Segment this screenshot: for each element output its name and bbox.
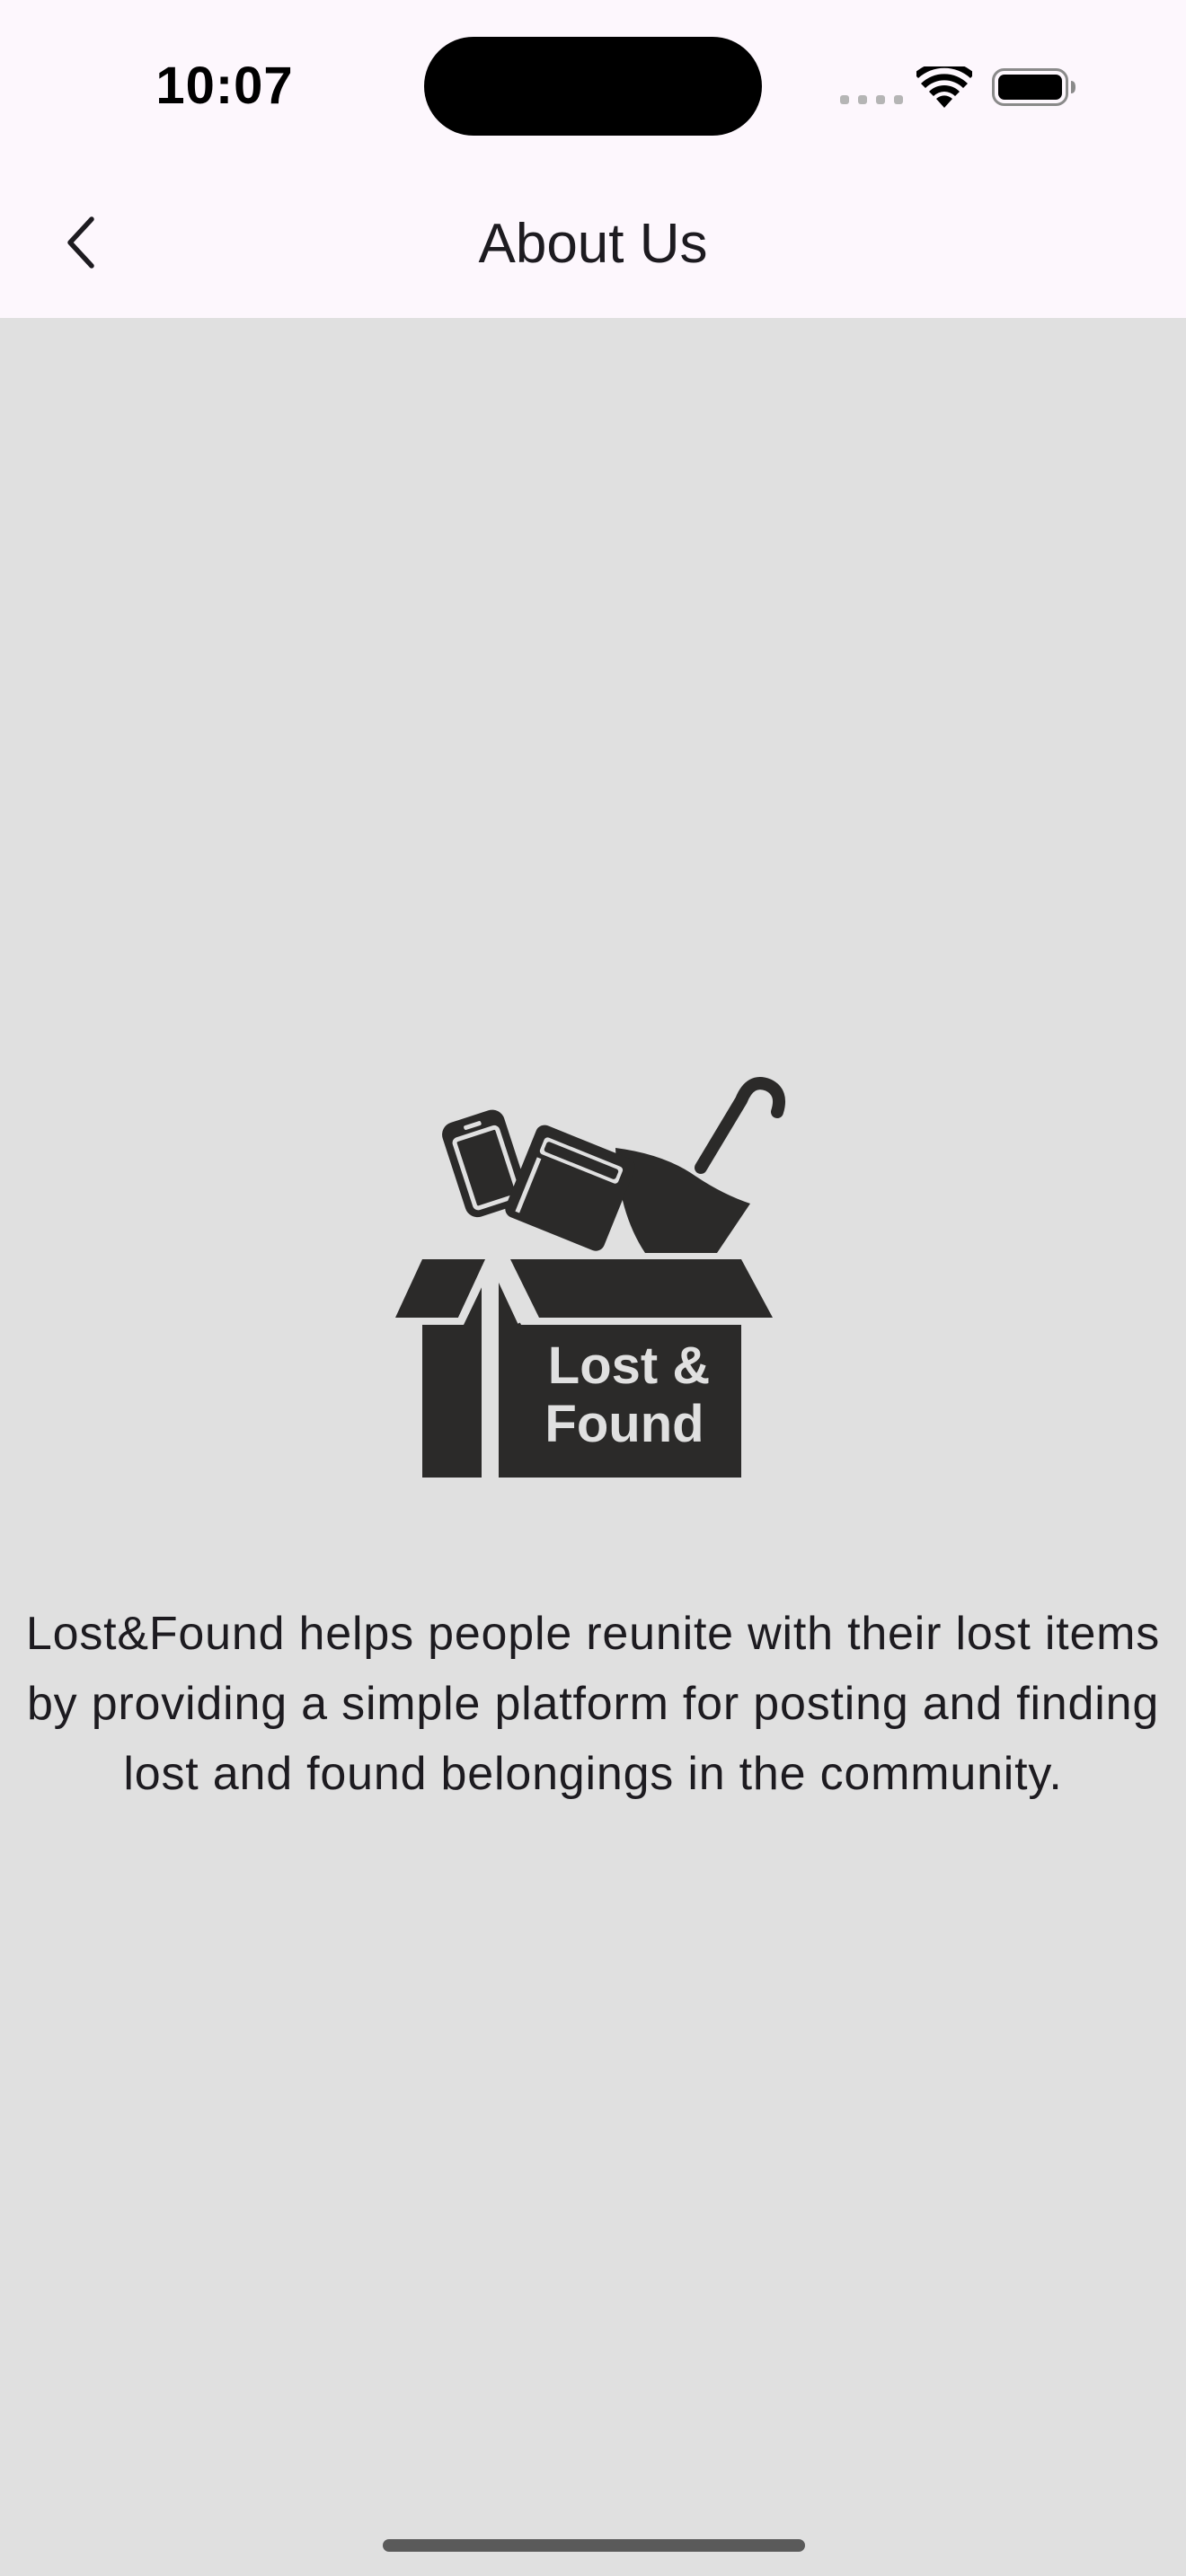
wifi-icon	[916, 66, 972, 108]
logo-text-line2: Found	[544, 1395, 704, 1453]
status-time: 10:07	[155, 57, 294, 115]
status-bar: 10:07	[0, 0, 1186, 171]
lost-and-found-logo: Lost & Found	[395, 1069, 791, 1491]
app-bar: About Us	[0, 171, 1186, 318]
battery-icon	[992, 68, 1075, 106]
chevron-left-icon	[67, 216, 94, 269]
logo-text-line1: Lost &	[548, 1337, 710, 1395]
page-title: About Us	[478, 213, 708, 275]
about-us-screen: 10:07 About Us Lost & Found Lost&Found h…	[0, 0, 1186, 2576]
home-indicator[interactable]	[383, 2539, 805, 2552]
about-description: Lost&Found helps people reunite with the…	[25, 1608, 1161, 1800]
back-button[interactable]	[36, 198, 126, 287]
cellular-signal-icon	[840, 95, 903, 104]
box-with-items-icon: Lost & Found	[395, 1077, 785, 1478]
dynamic-island	[424, 37, 762, 136]
